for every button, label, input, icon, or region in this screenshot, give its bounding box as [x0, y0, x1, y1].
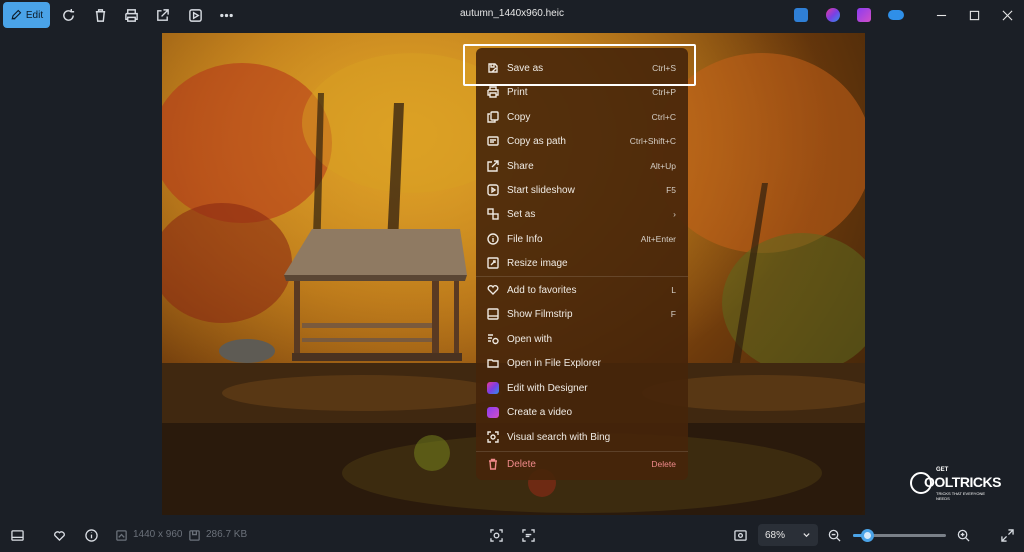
info-icon	[84, 528, 98, 542]
maximize-button[interactable]	[966, 7, 982, 23]
menu-item-add-to-favorites[interactable]: Add to favorites L	[480, 279, 684, 301]
edit-button[interactable]: Edit	[3, 2, 50, 28]
menu-item-open-with[interactable]: Open with	[480, 328, 684, 350]
menu-item-file-info[interactable]: File Info Alt+Enter	[480, 228, 684, 250]
file-size-icon	[186, 527, 202, 543]
copy-icon	[487, 111, 499, 123]
image-dimensions: 1440 x 960	[133, 529, 183, 540]
save-as-icon	[488, 63, 498, 73]
visual-search-button[interactable]	[488, 527, 504, 543]
visual-search-icon	[489, 528, 503, 542]
menu-item-open-in-file-explorer[interactable]: Open in File Explorer	[480, 352, 684, 374]
zoom-out-icon	[828, 529, 841, 542]
menu-item-copy[interactable]: Copy Ctrl+C	[480, 106, 684, 128]
open-with-icon	[488, 334, 499, 345]
filmstrip-icon	[487, 308, 499, 320]
folder-icon	[487, 359, 499, 368]
more-options-button[interactable]	[216, 3, 236, 27]
photos-editor-icon[interactable]	[794, 8, 808, 22]
edit-icon	[11, 9, 22, 20]
share-icon	[156, 8, 169, 21]
share-icon	[487, 160, 499, 172]
fit-to-window-button[interactable]	[732, 527, 748, 543]
filmstrip-icon	[10, 529, 24, 541]
minimize-icon	[936, 14, 946, 16]
clipchamp-icon[interactable]	[857, 8, 871, 22]
context-menu: Save as Ctrl+S Print Ctrl+P Copy Ctrl+C Cop…	[476, 48, 688, 480]
zoom-in-button[interactable]	[955, 527, 971, 543]
zoom-out-button[interactable]	[826, 527, 842, 543]
menu-divider	[476, 276, 688, 277]
slideshow-button[interactable]	[185, 3, 205, 27]
trash-icon	[489, 458, 497, 470]
scan-text-icon	[521, 528, 535, 542]
more-icon	[219, 13, 233, 17]
onedrive-icon[interactable]	[888, 10, 904, 20]
scan-text-button[interactable]	[520, 527, 536, 543]
rotate-icon	[62, 8, 74, 21]
print-icon	[487, 86, 499, 98]
delete-button[interactable]	[90, 3, 110, 27]
menu-item-delete[interactable]: Delete Delete	[480, 453, 684, 475]
expand-icon	[1000, 528, 1014, 542]
full-screen-button[interactable]	[999, 527, 1015, 543]
menu-item-print[interactable]: Print Ctrl+P	[480, 81, 684, 103]
file-info-button[interactable]	[83, 527, 99, 543]
file-size: 286.7 KB	[206, 529, 248, 540]
menu-item-save-as[interactable]: Save as Ctrl+S	[480, 57, 684, 79]
close-button[interactable]	[999, 7, 1015, 23]
info-icon	[487, 233, 499, 245]
zoom-slider-thumb[interactable]	[860, 529, 874, 542]
share-button[interactable]	[152, 3, 172, 27]
resize-icon	[487, 257, 499, 269]
heart-icon	[487, 285, 499, 295]
menu-item-resize-image[interactable]: Resize image	[480, 252, 684, 274]
top-toolbar: Edit autumn_1440x960.heic	[0, 0, 1024, 30]
zoom-slider[interactable]	[853, 529, 946, 542]
favorite-button[interactable]	[51, 527, 67, 543]
menu-item-show-filmstrip[interactable]: Show Filmstrip F	[480, 303, 684, 325]
slideshow-icon	[487, 184, 499, 196]
visual-search-icon	[487, 431, 499, 443]
close-icon	[1002, 10, 1012, 20]
heart-icon	[53, 530, 65, 541]
rotate-button[interactable]	[58, 3, 78, 27]
menu-item-share[interactable]: Share Alt+Up	[480, 155, 684, 177]
chevron-down-icon	[803, 533, 810, 538]
menu-item-create-a-video[interactable]: Create a video	[480, 401, 684, 423]
zoom-level-dropdown[interactable]: 68%	[758, 524, 818, 546]
copy-path-icon	[487, 136, 499, 146]
print-icon	[124, 8, 138, 22]
clipchamp-icon	[487, 406, 499, 418]
dimensions-icon	[113, 527, 129, 543]
watermark-logo: GET OOLTRICKS TRICKS THAT EVERYONE NEEDS	[910, 467, 1001, 501]
menu-item-set-as[interactable]: Set as ›	[480, 203, 684, 225]
maximize-icon	[969, 10, 979, 20]
submenu-chevron-icon: ›	[673, 209, 676, 219]
print-button[interactable]	[121, 3, 141, 27]
menu-item-copy-as-path[interactable]: Copy as path Ctrl+Shift+C	[480, 130, 684, 152]
designer-icon[interactable]	[826, 8, 840, 22]
trash-icon	[95, 8, 105, 22]
menu-item-start-slideshow[interactable]: Start slideshow F5	[480, 179, 684, 201]
edit-label: Edit	[25, 9, 44, 21]
fit-window-icon	[733, 529, 747, 541]
designer-icon	[487, 382, 499, 394]
minimize-button[interactable]	[933, 7, 949, 23]
menu-item-visual-search-with-bing[interactable]: Visual search with Bing	[480, 426, 684, 448]
slideshow-icon	[188, 8, 202, 22]
menu-item-edit-with-designer[interactable]: Edit with Designer	[480, 377, 684, 399]
zoom-level-value: 68%	[765, 529, 786, 541]
set-as-icon	[487, 208, 499, 220]
filmstrip-toggle-button[interactable]	[9, 527, 25, 543]
zoom-in-icon	[957, 529, 970, 542]
status-bar: 1440 x 960 286.7 KB 68%	[0, 518, 1024, 552]
menu-divider	[476, 451, 688, 452]
